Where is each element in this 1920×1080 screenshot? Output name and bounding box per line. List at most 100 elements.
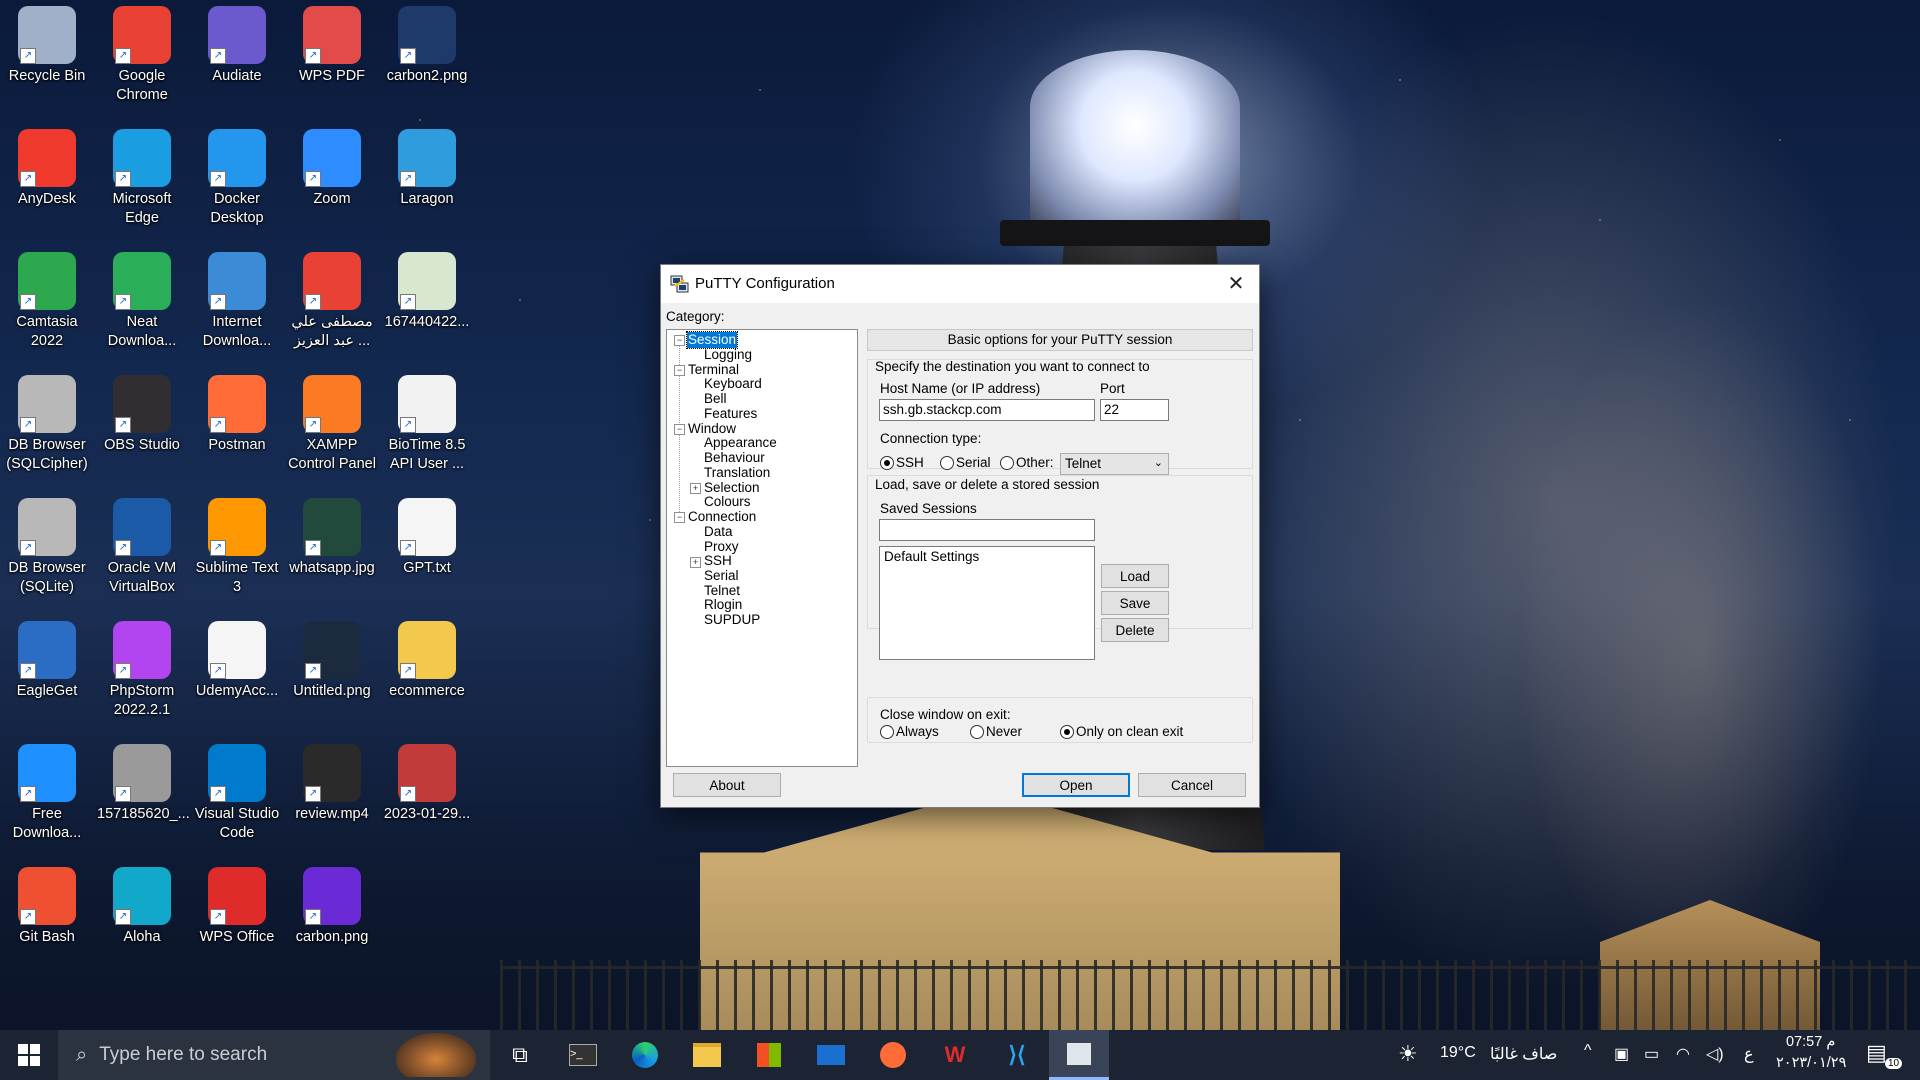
desktop-icon[interactable]: ↗ WPS PDF (287, 0, 377, 86)
radio-ssh[interactable] (880, 456, 894, 470)
taskbar-vscode-icon[interactable]: ⟩⟨ (987, 1030, 1047, 1080)
desktop-icon[interactable]: ↗ Untitled.png (287, 615, 377, 701)
collapse-connection-icon[interactable]: − (674, 512, 685, 523)
taskbar-postman-icon[interactable] (863, 1030, 923, 1080)
desktop-icon[interactable]: ↗ Visual Studio Code (192, 738, 282, 843)
weather-text[interactable]: صاف غالبًا (1490, 1044, 1557, 1064)
desktop-icon[interactable]: ↗ DB Browser (SQLCipher) (2, 369, 92, 474)
tree-item-features[interactable]: Features (704, 406, 757, 422)
desktop-icon[interactable]: ↗ EagleGet (2, 615, 92, 701)
desktop-icon[interactable]: ↗ Audiate (192, 0, 282, 86)
tree-item-supdup[interactable]: SUPDUP (704, 612, 760, 628)
desktop-icon[interactable]: ↗ Free Downloa... (2, 738, 92, 843)
desktop-icon[interactable]: ↗ Camtasia 2022 (2, 246, 92, 351)
taskbar-file-explorer-icon[interactable] (677, 1030, 737, 1080)
tree-item-data[interactable]: Data (704, 524, 733, 540)
desktop-icon[interactable]: ↗ ecommerce (382, 615, 472, 701)
radio-always-label[interactable]: Always (896, 724, 939, 739)
taskbar-edge-icon[interactable] (615, 1030, 675, 1080)
desktop-icon[interactable]: ↗ Internet Downloa... (192, 246, 282, 351)
load-button[interactable]: Load (1101, 564, 1169, 588)
delete-button[interactable]: Delete (1101, 618, 1169, 642)
radio-ssh-label[interactable]: SSH (896, 455, 924, 470)
session-list-item[interactable]: Default Settings (884, 549, 1090, 564)
desktop-icon[interactable]: ↗ Docker Desktop (192, 123, 282, 228)
desktop-icon[interactable]: ↗ Postman (192, 369, 282, 455)
category-tree[interactable]: − Session Logging − Terminal Keyboard Be… (666, 329, 858, 767)
taskbar-mail-icon[interactable] (801, 1030, 861, 1080)
desktop-icon[interactable]: ↗ Zoom (287, 123, 377, 209)
tree-item-rlogin[interactable]: Rlogin (704, 597, 742, 613)
save-button[interactable]: Save (1101, 591, 1169, 615)
clock-time[interactable]: 07:57 م (1786, 1034, 1835, 1050)
tree-item-serial[interactable]: Serial (704, 568, 739, 584)
desktop-icon[interactable]: ↗ 167440422... (382, 246, 472, 332)
tree-item-ssh[interactable]: SSH (704, 553, 732, 569)
saved-sessions-input[interactable] (879, 519, 1095, 541)
port-input[interactable]: 22 (1100, 399, 1169, 421)
tree-item-logging[interactable]: Logging (704, 347, 752, 363)
tree-item-session[interactable]: Session (685, 331, 739, 349)
notification-icon[interactable]: ▤ (1866, 1040, 1887, 1066)
tree-item-keyboard[interactable]: Keyboard (704, 376, 762, 392)
desktop-icon[interactable]: ↗ Neat Downloa... (97, 246, 187, 351)
desktop-icon[interactable]: ↗ Recycle Bin (2, 0, 92, 86)
desktop-icon[interactable]: ↗ Git Bash (2, 861, 92, 947)
collapse-terminal-icon[interactable]: − (674, 365, 685, 376)
taskbar-store-icon[interactable] (739, 1030, 799, 1080)
desktop-icon[interactable]: ↗ review.mp4 (287, 738, 377, 824)
cancel-button[interactable]: Cancel (1138, 773, 1246, 797)
clock-date[interactable]: ٢٠٢٣/٠١/٢٩ (1776, 1055, 1846, 1071)
radio-serial-label[interactable]: Serial (956, 455, 991, 470)
wifi-icon[interactable]: ◠ (1676, 1044, 1690, 1064)
about-button[interactable]: About (673, 773, 781, 797)
weather-temp[interactable]: 19°C (1440, 1044, 1476, 1062)
tree-item-appearance[interactable]: Appearance (704, 435, 777, 451)
collapse-window-icon[interactable]: − (674, 424, 685, 435)
desktop-icon[interactable]: ↗ 157185620_... (97, 738, 190, 824)
radio-clean-exit[interactable] (1060, 725, 1074, 739)
taskbar-terminal-icon[interactable]: >_ (553, 1030, 613, 1080)
desktop-icon[interactable]: ↗ XAMPP Control Panel (287, 369, 377, 474)
volume-icon[interactable]: ◁) (1706, 1044, 1724, 1064)
desktop-icon[interactable]: ↗ Sublime Text 3 (192, 492, 282, 597)
task-view-icon[interactable]: ⧉ (490, 1030, 550, 1080)
chevron-up-icon[interactable]: ^ (1584, 1042, 1592, 1060)
desktop-icon[interactable]: ↗ carbon.png (287, 861, 377, 947)
radio-always[interactable] (880, 725, 894, 739)
other-protocol-select[interactable]: Telnet ⌄ (1060, 453, 1169, 475)
radio-serial[interactable] (940, 456, 954, 470)
close-icon[interactable]: ✕ (1213, 265, 1259, 303)
taskbar-putty-icon[interactable] (1049, 1030, 1109, 1080)
expand-selection-icon[interactable]: + (690, 483, 701, 494)
desktop-icon[interactable]: ↗ Microsoft Edge (97, 123, 187, 228)
taskbar-search[interactable]: ⌕ Type here to search (58, 1030, 490, 1080)
host-input[interactable]: ssh.gb.stackcp.com (879, 399, 1095, 421)
desktop-icon[interactable]: ↗ Aloha (97, 861, 187, 947)
radio-other-label[interactable]: Other: (1016, 455, 1054, 470)
collapse-session-icon[interactable]: − (674, 335, 685, 346)
putty-titlebar[interactable]: PuTTY Configuration ✕ (661, 265, 1259, 303)
start-button[interactable] (0, 1030, 58, 1080)
open-button[interactable]: Open (1022, 773, 1130, 797)
tree-item-connection[interactable]: Connection (688, 509, 756, 525)
tree-item-translation[interactable]: Translation (704, 465, 770, 481)
radio-never-label[interactable]: Never (986, 724, 1022, 739)
desktop-icon[interactable]: ↗ DB Browser (SQLite) (2, 492, 92, 597)
tree-item-colours[interactable]: Colours (704, 494, 751, 510)
desktop-icon[interactable]: ↗ OBS Studio (97, 369, 187, 455)
desktop-icon[interactable]: ↗ 2023-01-29... (382, 738, 472, 824)
desktop-icon[interactable]: ↗ AnyDesk (2, 123, 92, 209)
desktop-icon[interactable]: ↗ WPS Office (192, 861, 282, 947)
desktop-icon[interactable]: ↗ carbon2.png (382, 0, 472, 86)
desktop-icon[interactable]: ↗ Oracle VM VirtualBox (97, 492, 187, 597)
battery-icon[interactable]: ▭ (1644, 1044, 1659, 1064)
desktop-icon[interactable]: ↗ whatsapp.jpg (287, 492, 377, 578)
desktop-icon[interactable]: ↗ مصطفى علي عبد العزيز ... (287, 246, 377, 351)
radio-other[interactable] (1000, 456, 1014, 470)
desktop-icon[interactable]: ↗ UdemyAcc... (192, 615, 282, 701)
desktop-icon[interactable]: ↗ Google Chrome (97, 0, 187, 105)
meet-now-icon[interactable]: ▣ (1614, 1044, 1629, 1064)
tree-item-behaviour[interactable]: Behaviour (704, 450, 765, 466)
desktop-icon[interactable]: ↗ GPT.txt (382, 492, 472, 578)
